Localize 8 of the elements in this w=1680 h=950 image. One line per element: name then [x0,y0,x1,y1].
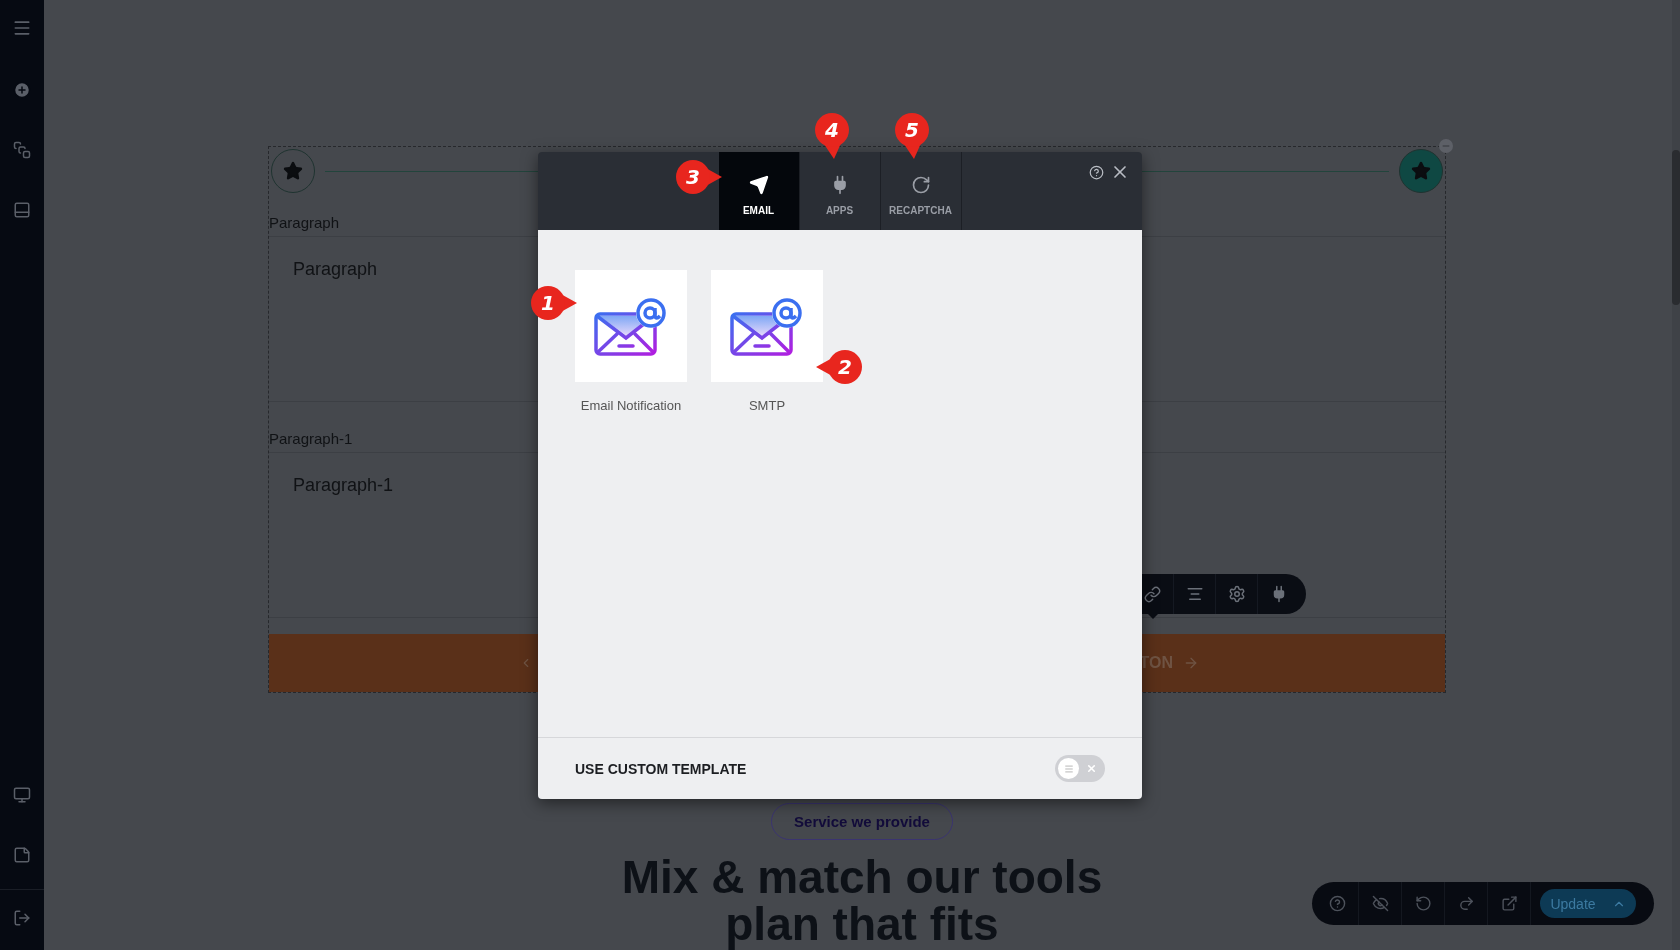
section-heading: plan that fits [725,900,999,948]
section-heading: Mix & match our tools [621,854,1103,901]
tile-label: Email Notification [580,398,682,413]
tile-label: SMTP [748,398,786,413]
dialog-tab[interactable]: EMAIL [718,152,800,230]
option-label: USE CUSTOM TEMPLATE [575,760,747,777]
field-label: Paragraph-1 [269,430,354,449]
field-label: Paragraph [269,214,341,233]
